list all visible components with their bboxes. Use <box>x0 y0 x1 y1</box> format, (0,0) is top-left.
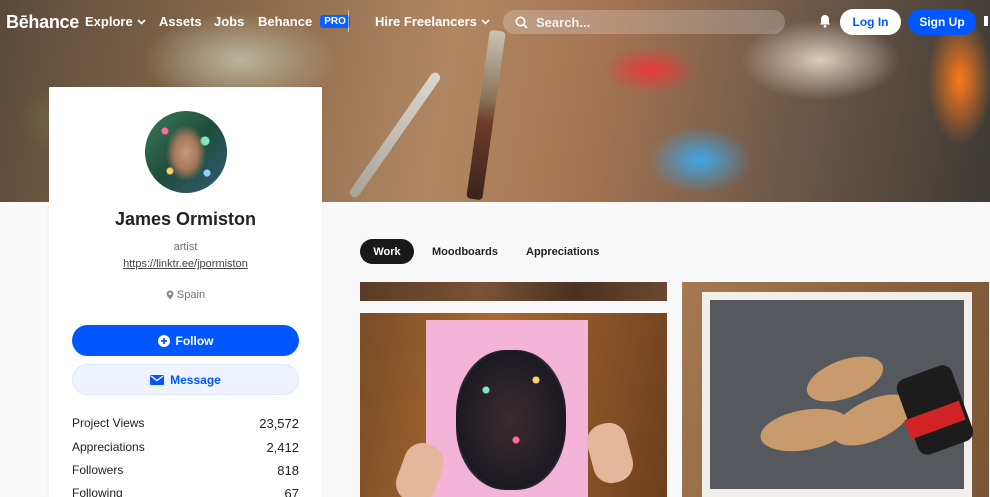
chevron-down-icon <box>137 18 146 25</box>
profile-occupation: artist <box>173 241 198 253</box>
search-icon <box>515 16 528 29</box>
stat-value: 2,412 <box>266 440 299 455</box>
stat-row: Project Views 23,572 <box>72 416 299 431</box>
plus-circle-icon <box>157 334 170 347</box>
message-button[interactable]: Message <box>72 364 299 395</box>
login-button[interactable]: Log In <box>840 9 901 35</box>
behance-logo[interactable]: Bēhance <box>6 12 79 33</box>
nav-hire-freelancers[interactable]: Hire Freelancers <box>375 14 490 29</box>
nav-explore-label: Explore <box>85 14 133 29</box>
stat-label: Project Views <box>72 416 145 430</box>
painting-surface <box>710 300 976 489</box>
stat-row[interactable]: Following 67 <box>72 486 299 497</box>
stat-row[interactable]: Appreciations 2,412 <box>72 440 299 455</box>
profile-name: James Ormiston <box>114 209 257 229</box>
profile-location: Spain <box>49 289 322 301</box>
project-thumbnail[interactable] <box>360 313 667 497</box>
nav-behance-pro[interactable]: Behance PRO <box>258 14 350 29</box>
stat-label: Appreciations <box>72 440 145 454</box>
tab-work[interactable]: Work <box>360 239 414 264</box>
project-thumbnail[interactable] <box>682 282 989 497</box>
location-label: Spain <box>176 289 206 301</box>
top-nav: Bēhance Explore Assets Jobs Behance PRO … <box>0 0 990 42</box>
paint-brush <box>466 29 506 201</box>
location-pin-icon <box>166 290 174 300</box>
pro-badge: PRO <box>320 15 350 28</box>
profile-card: James Ormiston artist https://linktr.ee/… <box>49 87 322 497</box>
bell-icon[interactable] <box>819 14 831 28</box>
stat-row[interactable]: Followers 818 <box>72 463 299 478</box>
painting-rabbits <box>702 292 976 497</box>
stat-value: 67 <box>284 486 299 497</box>
search-input[interactable] <box>536 14 766 30</box>
painted-face <box>456 350 566 490</box>
hand <box>582 418 638 488</box>
stat-value: 818 <box>277 463 299 478</box>
follow-button[interactable]: Follow <box>72 325 299 356</box>
nav-hire-label: Hire Freelancers <box>375 14 477 29</box>
tab-appreciations[interactable]: Appreciations <box>526 239 599 264</box>
signup-button[interactable]: Sign Up <box>908 9 976 35</box>
nav-behance-label: Behance <box>258 14 313 29</box>
profile-link[interactable]: https://linktr.ee/jpormiston <box>49 258 322 270</box>
nav-explore[interactable]: Explore <box>85 14 146 29</box>
stat-value: 23,572 <box>259 416 299 431</box>
nav-jobs[interactable]: Jobs <box>214 14 244 29</box>
search-bar[interactable] <box>503 10 785 34</box>
nav-edge-item <box>984 16 988 26</box>
palette-knife <box>347 70 443 200</box>
chevron-down-icon <box>481 18 490 25</box>
stat-label: Following <box>72 486 123 497</box>
follow-label: Follow <box>175 333 214 348</box>
project-thumbnail[interactable] <box>360 282 667 301</box>
avatar <box>145 111 227 193</box>
message-label: Message <box>170 372 221 387</box>
nav-divider <box>348 10 349 32</box>
stat-label: Followers <box>72 463 124 477</box>
painting-portrait <box>426 320 588 497</box>
mail-icon <box>150 374 165 385</box>
nav-assets[interactable]: Assets <box>159 14 202 29</box>
tab-moodboards[interactable]: Moodboards <box>432 239 498 264</box>
